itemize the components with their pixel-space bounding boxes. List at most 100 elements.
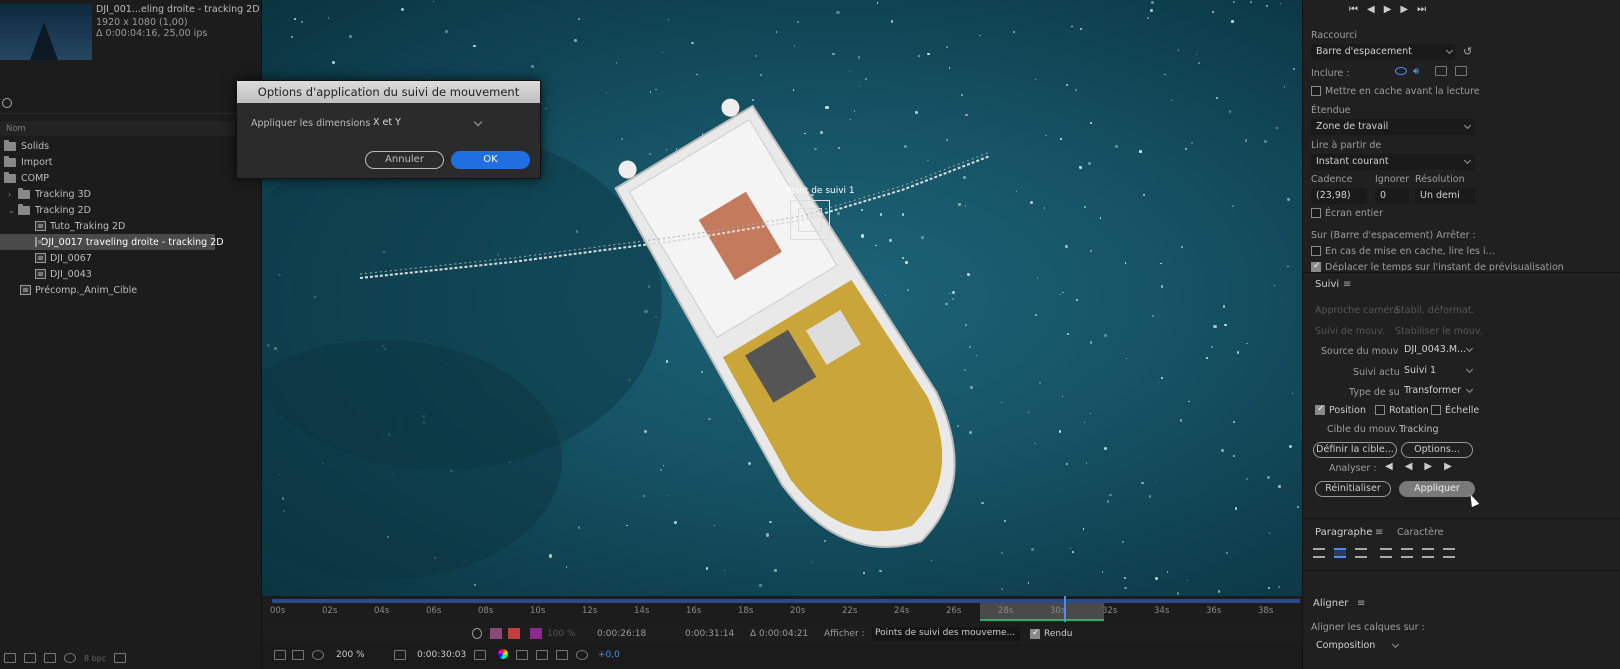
motion-source-select[interactable]: DJI_0043.M...	[1399, 342, 1475, 358]
grid-icon[interactable]	[516, 650, 528, 660]
track-type-select[interactable]: Transformer	[1399, 383, 1475, 399]
in-point[interactable]: 0:00:26:18	[597, 629, 646, 639]
previous-frame-icon[interactable]: ◀	[1367, 4, 1384, 15]
camera-icon[interactable]	[474, 650, 486, 660]
magnification-select[interactable]: 200 %	[336, 650, 365, 660]
safe-margins-icon[interactable]	[536, 650, 548, 660]
list-item-selected[interactable]: DJI_0017 traveling droite - tracking 2D	[0, 234, 224, 250]
chevron-down-icon[interactable]: ⌄	[8, 206, 16, 215]
current-time[interactable]: 0:00:30:03	[417, 650, 466, 660]
search-icon[interactable]	[2, 98, 12, 108]
footage-name[interactable]: DJI_001...eling droite - tracking 2D ▾	[96, 4, 267, 15]
color-channel-icon[interactable]	[498, 649, 508, 659]
trash-icon[interactable]	[114, 653, 127, 663]
composition-icon	[35, 253, 46, 263]
align-to-select[interactable]: Composition	[1311, 638, 1401, 654]
list-item[interactable]: DJI_0067	[0, 250, 262, 266]
align-left-icon[interactable]	[1313, 548, 1325, 558]
channel-icon[interactable]	[490, 628, 502, 639]
new-composition-icon[interactable]	[44, 653, 56, 663]
ok-button[interactable]: OK	[451, 151, 530, 169]
ignorer-select[interactable]: 0	[1375, 188, 1409, 204]
motion-blur-icon[interactable]	[472, 628, 482, 639]
tab-character[interactable]: Caractère	[1397, 527, 1444, 538]
list-item[interactable]: COMP	[0, 170, 262, 186]
toggle-panel-icon[interactable]	[274, 650, 286, 660]
list-item[interactable]: ⌄ Tracking 2D	[0, 202, 262, 218]
project-search-input[interactable]	[0, 96, 262, 114]
cadence-select[interactable]: (23,98)	[1311, 188, 1367, 204]
current-track-select[interactable]: Suivi 1	[1399, 363, 1475, 379]
list-item[interactable]: Solids	[0, 138, 262, 154]
cancel-button[interactable]: Annuler	[365, 151, 444, 169]
position-checkbox[interactable]	[1315, 404, 1325, 415]
rendu-checkbox[interactable]	[1030, 628, 1040, 639]
list-item[interactable]: Précomp._Anim_Cible	[0, 282, 262, 298]
menu-icon[interactable]: ≡	[1375, 527, 1383, 538]
export-icon[interactable]	[1455, 66, 1467, 76]
3d-view-icon[interactable]	[556, 650, 568, 660]
menu-icon[interactable]: ≡	[1357, 598, 1365, 609]
tab-paragraph[interactable]: Paragraphe	[1315, 527, 1372, 538]
fullscreen-checkbox[interactable]	[1311, 208, 1321, 218]
list-item[interactable]: Import	[0, 154, 262, 170]
out-point[interactable]: 0:00:31:14	[685, 629, 734, 639]
list-item[interactable]: Tuto_Traking 2D	[0, 218, 262, 234]
exposure-value[interactable]: +0,0	[598, 650, 620, 660]
cache-play-checkbox[interactable]	[1311, 246, 1321, 256]
apply-button[interactable]: Appliquer	[1399, 481, 1475, 497]
overlays-icon[interactable]	[1435, 66, 1447, 76]
reset-icon[interactable]: ↺	[1463, 45, 1472, 58]
options-button[interactable]: Options...	[1401, 442, 1473, 458]
menu-icon[interactable]: ≡	[1343, 279, 1351, 290]
justify-center-icon[interactable]	[1401, 548, 1413, 558]
interpret-footage-icon[interactable]	[4, 653, 16, 663]
analyze-forward-icon[interactable]: ▶	[1424, 461, 1444, 472]
list-item[interactable]: DJI_0043	[0, 266, 262, 282]
raccourci-select[interactable]: Barre d'espacement	[1311, 44, 1455, 60]
bpc-indicator[interactable]: 8 bpc	[84, 654, 106, 663]
flowchart-icon[interactable]	[64, 653, 76, 663]
move-time-checkbox[interactable]	[1311, 261, 1321, 272]
playhead[interactable]	[1064, 596, 1066, 622]
column-header-name[interactable]: Nom	[0, 121, 235, 136]
monitor-icon[interactable]	[292, 650, 304, 660]
align-right-icon[interactable]	[1355, 548, 1367, 558]
lire-select[interactable]: Instant courant	[1311, 154, 1475, 170]
chevron-right-icon[interactable]: ›	[8, 190, 16, 199]
track-feature-region[interactable]	[798, 208, 822, 232]
play-icon[interactable]: ▶	[1384, 4, 1401, 15]
cache-checkbox[interactable]	[1311, 86, 1321, 96]
list-item[interactable]: › Tracking 3D	[0, 186, 262, 202]
justify-right-icon[interactable]	[1422, 548, 1434, 558]
transparency-grid-icon[interactable]	[508, 628, 520, 639]
next-frame-icon[interactable]: ▶	[1400, 4, 1417, 15]
reset-exposure-icon[interactable]	[576, 650, 588, 660]
view-options-icon[interactable]	[312, 650, 324, 660]
analyze-back-one-icon[interactable]: ◀	[1385, 461, 1405, 472]
scale-checkbox[interactable]	[1431, 405, 1441, 415]
region-of-interest-icon[interactable]	[394, 650, 406, 660]
justify-left-icon[interactable]	[1380, 548, 1392, 558]
align-panel-title[interactable]: Aligner	[1313, 598, 1348, 609]
rotation-checkbox[interactable]	[1375, 405, 1385, 415]
align-center-icon[interactable]	[1334, 548, 1346, 558]
tracker-panel-title[interactable]: Suivi	[1315, 279, 1339, 290]
new-folder-icon[interactable]	[24, 653, 36, 663]
etendue-select[interactable]: Zone de travail	[1311, 119, 1475, 135]
resolution-select[interactable]: Un demi	[1415, 188, 1475, 204]
last-frame-icon[interactable]: ⏭	[1417, 4, 1435, 15]
first-frame-icon[interactable]: ⏮	[1349, 4, 1367, 15]
mask-icon[interactable]	[530, 628, 542, 639]
audio-icon[interactable]: 🔊︎	[1413, 66, 1419, 77]
dimensions-select[interactable]: X et Y	[371, 114, 487, 132]
analyze-forward-one-icon[interactable]: ▶	[1444, 461, 1464, 472]
work-area-bar[interactable]	[272, 599, 1300, 603]
set-target-button[interactable]: Définir la cible...	[1313, 442, 1397, 458]
analyze-backward-icon[interactable]: ◀	[1405, 461, 1425, 472]
reset-button[interactable]: Réinitialiser	[1315, 481, 1391, 497]
video-eye-icon[interactable]	[1395, 67, 1407, 75]
afficher-select[interactable]: Points de suivi des mouveme...	[872, 627, 1020, 641]
zoom-percent[interactable]: 100 %	[547, 629, 576, 639]
justify-all-icon[interactable]	[1443, 548, 1455, 558]
